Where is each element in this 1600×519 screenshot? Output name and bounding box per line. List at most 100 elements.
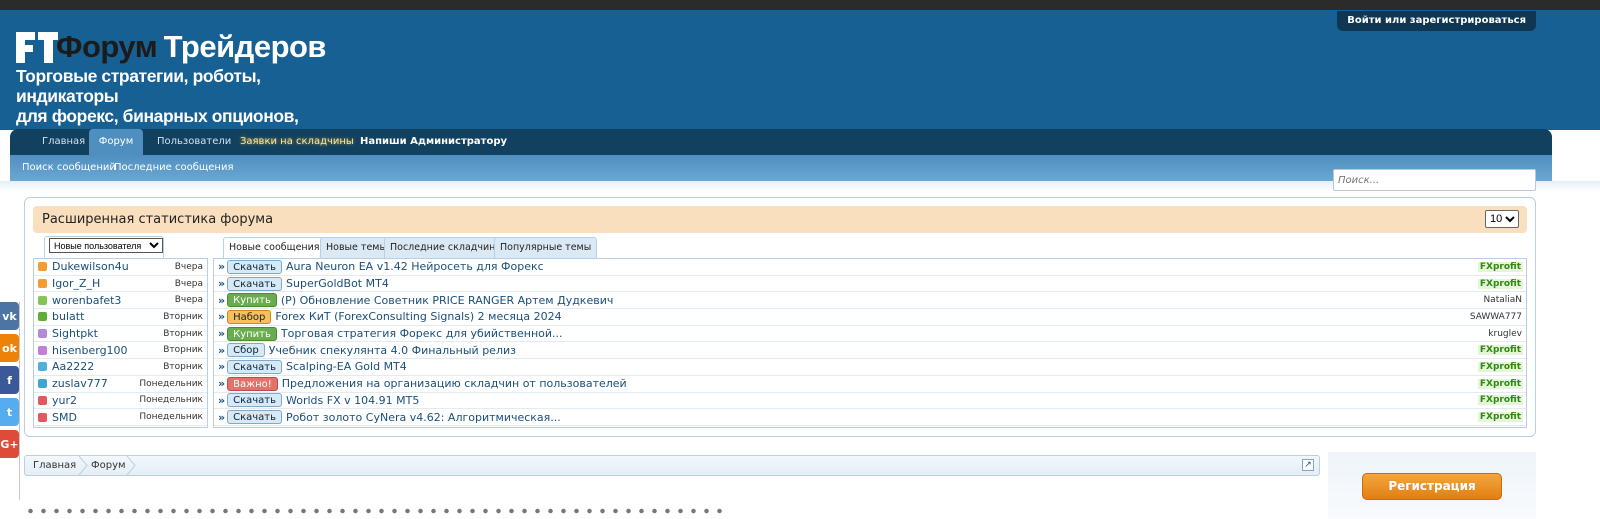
thread-prefix-badge[interactable]: Сбор: [227, 343, 265, 358]
social-glyph: G+: [0, 437, 19, 451]
thread-title-link[interactable]: Робот золото CyNera v4.62: Алгоритмическ…: [286, 411, 1478, 424]
thread-prefix-badge[interactable]: Набор: [227, 309, 272, 324]
subnav-search-messages[interactable]: Поиск сообщений: [22, 162, 116, 173]
double-arrow-icon: »: [218, 310, 225, 324]
thread-author-link[interactable]: FXprofit: [1477, 412, 1523, 423]
user-name-link[interactable]: Dukewilson4u: [52, 260, 175, 273]
thread-prefix-badge[interactable]: Купить: [227, 326, 277, 341]
thread-title-link[interactable]: Scalping-EA Gold MT4: [286, 360, 1478, 373]
user-level-icon: [38, 262, 47, 272]
user-row: worenbafet3 Вчера: [34, 292, 207, 310]
search-input[interactable]: [1333, 169, 1536, 191]
thread-author-link[interactable]: NataliaN: [1483, 295, 1526, 305]
user-name-link[interactable]: hisenberg100: [52, 344, 163, 357]
thread-title-link[interactable]: Торговая стратегия Форекс для убийственн…: [281, 327, 1488, 340]
thread-prefix-badge[interactable]: Скачать: [227, 410, 283, 425]
thread-title-link[interactable]: Учебник спекулянта 4.0 Финальный релиз: [269, 344, 1478, 357]
tab-latest-group-buys[interactable]: Последние складчины: [384, 237, 509, 258]
user-name-link[interactable]: worenbafet3: [52, 294, 175, 307]
double-arrow-icon: »: [218, 293, 225, 307]
breadcrumb-forum[interactable]: Форум: [91, 460, 126, 471]
tab-popular-threads[interactable]: Популярные темы: [494, 237, 598, 258]
facebook-icon[interactable]: f: [0, 366, 19, 394]
user-name-link[interactable]: yur2: [52, 394, 139, 407]
thread-author-link[interactable]: FXprofit: [1477, 278, 1523, 289]
nav-tab-home[interactable]: Главная: [30, 129, 97, 155]
odnoklassniki-icon[interactable]: ok: [0, 334, 19, 362]
user-name-link[interactable]: Aa2222: [52, 360, 163, 373]
double-arrow-icon: »: [218, 377, 225, 391]
thread-prefix-badge[interactable]: Купить: [227, 293, 277, 308]
forum-stats-panel: Расширенная статистика форума 10 Новые п…: [24, 197, 1536, 437]
thread-author-link[interactable]: FXprofit: [1477, 345, 1523, 356]
thread-prefix-badge[interactable]: Важно!: [227, 376, 278, 391]
thread-prefix-badge[interactable]: Скачать: [227, 393, 283, 408]
thread-row: » Скачать Aura Neuron EA v1.42 Нейросеть д…: [214, 259, 1526, 276]
nav-tab-write-admin[interactable]: Напиши Администратору: [348, 129, 519, 155]
jump-to-icon[interactable]: ↗: [1302, 459, 1314, 471]
nav-tab-forum[interactable]: Форум: [89, 129, 143, 155]
new-users-list: Dukewilson4u Вчера Igor_Z_H Вчера worenbafet…: [33, 258, 208, 428]
user-join-date: Вчера: [174, 295, 203, 306]
user-row: bulatt Вторник: [34, 309, 207, 326]
thread-title-link[interactable]: Предложения на организацию складчин от п…: [282, 377, 1478, 390]
user-name-link[interactable]: SMD: [52, 411, 139, 424]
double-arrow-icon: »: [218, 393, 225, 407]
user-name-link[interactable]: bulatt: [52, 310, 163, 323]
user-name-link[interactable]: Igor_Z_H: [52, 277, 175, 290]
browser-top-strip: [0, 0, 1600, 10]
thread-prefix-badge[interactable]: Скачать: [227, 259, 283, 274]
vk-icon[interactable]: vk: [0, 302, 19, 330]
thread-author-link[interactable]: SAWWA777: [1470, 312, 1526, 322]
nav-tab-group-buy-requests[interactable]: Заявки на складчины: [228, 129, 366, 155]
double-arrow-icon: »: [218, 260, 225, 274]
user-row: hisenberg100 Вторник: [34, 342, 207, 360]
thread-title-link[interactable]: Aura Neuron EA v1.42 Нейросеть для Форек…: [286, 260, 1478, 273]
thread-author-link[interactable]: FXprofit: [1477, 261, 1523, 272]
subnav-recent-messages[interactable]: Последние сообщения: [114, 162, 234, 173]
thread-prefix-badge[interactable]: Скачать: [227, 359, 283, 374]
thread-title-link[interactable]: Forex КиТ (ForexConsulting Signals) 2 ме…: [275, 310, 1469, 323]
user-filter-select[interactable]: Новые пользователя: [49, 238, 163, 253]
user-name-link[interactable]: zuslav777: [52, 377, 139, 390]
double-arrow-icon: »: [218, 343, 225, 357]
social-bar-divider: [19, 302, 20, 500]
thread-row: » Купить (P) Обновление Советник PRICE RAN…: [214, 292, 1526, 310]
user-level-icon: [38, 395, 47, 405]
thread-title-link[interactable]: Worlds FX v 104.91 MT5: [286, 394, 1478, 407]
register-button[interactable]: Регистрация: [1362, 473, 1502, 500]
breadcrumb-separator-icon: [126, 456, 136, 475]
user-level-icon: [38, 362, 47, 372]
thread-author-link[interactable]: FXprofit: [1477, 361, 1523, 372]
user-row: Aa2222 Вторник: [34, 359, 207, 376]
user-level-icon: [38, 312, 47, 322]
user-level-icon: [38, 379, 47, 389]
logo-word-forum: Форум: [56, 29, 158, 64]
tab-new-threads[interactable]: Новые темы: [320, 237, 393, 258]
stats-count-select[interactable]: 10: [1485, 210, 1519, 228]
social-glyph: f: [7, 373, 12, 387]
google-plus-icon[interactable]: G+: [0, 430, 19, 458]
thread-author-link[interactable]: FXprofit: [1477, 395, 1523, 406]
user-join-date: Вторник: [163, 311, 203, 322]
login-register-button[interactable]: Войти или зарегистрироваться: [1337, 11, 1536, 31]
thread-author-link[interactable]: kruglev: [1488, 329, 1526, 339]
tab-new-posts[interactable]: Новые сообщения: [223, 237, 326, 259]
thread-title-link[interactable]: (P) Обновление Советник PRICE RANGER Арт…: [281, 294, 1484, 307]
breadcrumb-home[interactable]: Главная: [33, 460, 76, 471]
sub-navigation: Поиск сообщений Последние сообщения: [10, 155, 1552, 181]
thread-author-link[interactable]: FXprofit: [1477, 378, 1523, 389]
thread-prefix-badge[interactable]: Скачать: [227, 276, 283, 291]
user-row: Sightpkt Вторник: [34, 326, 207, 343]
social-glyph: t: [6, 405, 13, 419]
thread-title-link[interactable]: SuperGoldBot MT4: [286, 277, 1478, 290]
user-join-date: Понедельник: [139, 412, 203, 423]
thread-row: » Скачать Worlds FX v 104.91 MT5 FXprofit: [214, 393, 1526, 410]
ft-logo-icon: [16, 30, 58, 64]
user-row: SMD Понедельник: [34, 409, 207, 426]
thread-row: » Скачать Scalping-EA Gold MT4 FXprofit: [214, 359, 1526, 376]
twitter-icon[interactable]: t: [0, 398, 19, 426]
user-level-icon: [38, 295, 47, 305]
user-level-icon: [38, 279, 47, 289]
user-name-link[interactable]: Sightpkt: [52, 327, 163, 340]
